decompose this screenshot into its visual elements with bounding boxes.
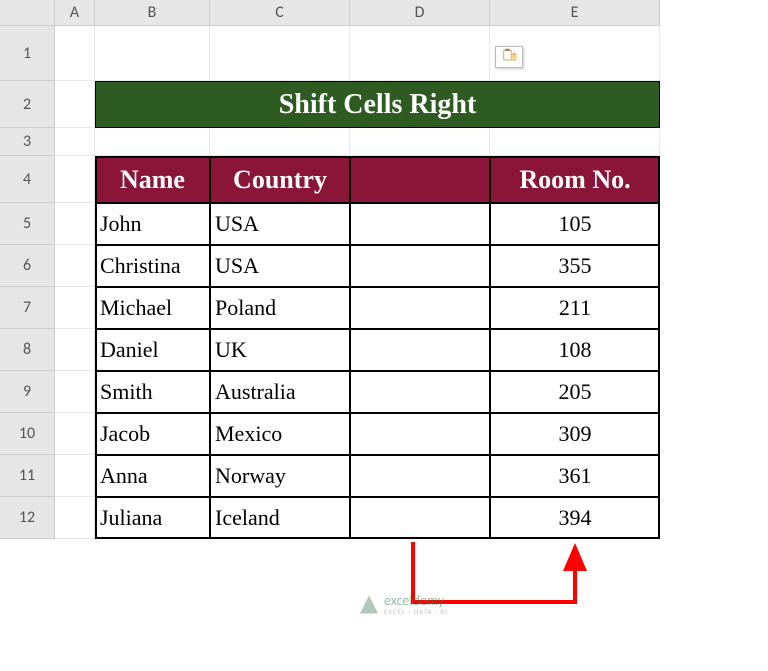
- watermark-subtext: EXCEL · DATA · BI: [384, 608, 448, 615]
- header-country[interactable]: Country: [210, 156, 350, 203]
- cell-name[interactable]: Daniel: [95, 329, 210, 371]
- cell[interactable]: [55, 371, 95, 413]
- row-header-4[interactable]: 4: [0, 156, 55, 203]
- cell[interactable]: [95, 128, 210, 156]
- row-header-2[interactable]: 2: [0, 81, 55, 128]
- cell-blank[interactable]: [350, 497, 490, 539]
- column-header-D[interactable]: D: [350, 0, 490, 26]
- header-room[interactable]: Room No.: [490, 156, 660, 203]
- cell-room[interactable]: 205: [490, 371, 660, 413]
- cell[interactable]: [55, 156, 95, 203]
- cell[interactable]: [55, 245, 95, 287]
- row-header-11[interactable]: 11: [0, 455, 55, 497]
- clipboard-paste-icon: [500, 48, 518, 66]
- cell-room[interactable]: 108: [490, 329, 660, 371]
- cell[interactable]: [55, 497, 95, 539]
- cell[interactable]: [350, 26, 490, 81]
- cell-country[interactable]: Iceland: [210, 497, 350, 539]
- cell-country[interactable]: Australia: [210, 371, 350, 413]
- cell-name[interactable]: Michael: [95, 287, 210, 329]
- cell[interactable]: [210, 26, 350, 81]
- row-header-6[interactable]: 6: [0, 245, 55, 287]
- cell-blank[interactable]: [350, 287, 490, 329]
- cell-name[interactable]: Smith: [95, 371, 210, 413]
- cell-name[interactable]: John: [95, 203, 210, 245]
- cell-country[interactable]: Norway: [210, 455, 350, 497]
- cell-blank[interactable]: [350, 329, 490, 371]
- watermark-text: exceldemy: [384, 594, 448, 608]
- column-headers: ABCDE: [55, 0, 660, 26]
- watermark: exceldemy EXCEL · DATA · BI: [360, 594, 448, 615]
- cell-room[interactable]: 394: [490, 497, 660, 539]
- column-header-B[interactable]: B: [95, 0, 210, 26]
- cell-country[interactable]: USA: [210, 203, 350, 245]
- title-bar[interactable]: Shift Cells Right: [95, 81, 660, 128]
- cell[interactable]: [55, 203, 95, 245]
- cell[interactable]: [55, 287, 95, 329]
- row-header-10[interactable]: 10: [0, 413, 55, 455]
- row-header-3[interactable]: 3: [0, 128, 55, 156]
- cell-name[interactable]: Christina: [95, 245, 210, 287]
- cell[interactable]: [350, 128, 490, 156]
- cell-room[interactable]: 361: [490, 455, 660, 497]
- cell-blank[interactable]: [350, 371, 490, 413]
- cell-country[interactable]: Poland: [210, 287, 350, 329]
- cell-blank[interactable]: [350, 455, 490, 497]
- cell[interactable]: [210, 128, 350, 156]
- cell[interactable]: [55, 329, 95, 371]
- cell[interactable]: [490, 128, 660, 156]
- cell[interactable]: [55, 413, 95, 455]
- watermark-logo-icon: [360, 596, 378, 614]
- cell-blank[interactable]: [350, 245, 490, 287]
- header-blank[interactable]: [350, 156, 490, 203]
- cell-country[interactable]: UK: [210, 329, 350, 371]
- cell-name[interactable]: Jacob: [95, 413, 210, 455]
- cell[interactable]: [95, 26, 210, 81]
- cell-blank[interactable]: [350, 413, 490, 455]
- cell-country[interactable]: Mexico: [210, 413, 350, 455]
- select-all-corner[interactable]: [0, 0, 55, 26]
- cell[interactable]: [55, 128, 95, 156]
- cell-room[interactable]: 105: [490, 203, 660, 245]
- column-header-A[interactable]: A: [55, 0, 95, 26]
- column-header-E[interactable]: E: [490, 0, 660, 26]
- cell-name[interactable]: Juliana: [95, 497, 210, 539]
- cell-country[interactable]: USA: [210, 245, 350, 287]
- column-header-C[interactable]: C: [210, 0, 350, 26]
- paste-options-icon[interactable]: [495, 46, 523, 68]
- row-headers: 123456789101112: [0, 26, 55, 539]
- cell-room[interactable]: 355: [490, 245, 660, 287]
- cell[interactable]: [55, 455, 95, 497]
- cell-blank[interactable]: [350, 203, 490, 245]
- cell-room[interactable]: 309: [490, 413, 660, 455]
- row-header-1[interactable]: 1: [0, 26, 55, 81]
- spreadsheet: ABCDE 123456789101112 Shift Cells RightN…: [0, 0, 768, 671]
- cell[interactable]: [55, 81, 95, 128]
- row-header-8[interactable]: 8: [0, 329, 55, 371]
- cell-name[interactable]: Anna: [95, 455, 210, 497]
- cell-room[interactable]: 211: [490, 287, 660, 329]
- cell[interactable]: [55, 26, 95, 81]
- row-header-9[interactable]: 9: [0, 371, 55, 413]
- row-header-7[interactable]: 7: [0, 287, 55, 329]
- row-header-12[interactable]: 12: [0, 497, 55, 539]
- header-name[interactable]: Name: [95, 156, 210, 203]
- row-header-5[interactable]: 5: [0, 203, 55, 245]
